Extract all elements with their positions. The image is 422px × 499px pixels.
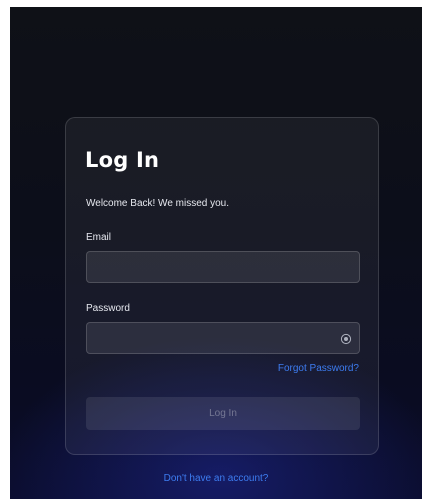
password-label: Password	[86, 303, 130, 314]
welcome-message: Welcome Back! We missed you.	[86, 198, 230, 209]
login-card: Log In Welcome Back! We missed you. Emai…	[65, 117, 379, 455]
forgot-password-link[interactable]: Forgot Password?	[278, 363, 359, 374]
email-field[interactable]	[86, 251, 360, 283]
eye-icon[interactable]	[340, 332, 352, 345]
login-button[interactable]: Log In	[86, 397, 360, 430]
page-title: Log In	[85, 148, 160, 172]
password-field[interactable]	[86, 322, 360, 354]
signup-link[interactable]: Don't have an account?	[10, 473, 422, 484]
login-page: Log In Welcome Back! We missed you. Emai…	[10, 7, 422, 499]
email-label: Email	[86, 232, 112, 243]
